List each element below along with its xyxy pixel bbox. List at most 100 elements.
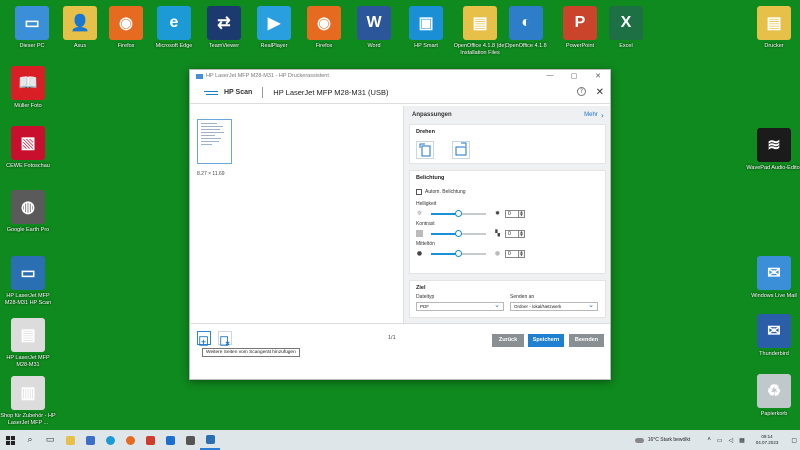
printer-assistant-icon <box>196 73 203 79</box>
page-thumbnail[interactable] <box>197 119 232 164</box>
network-icon[interactable]: ▭ <box>717 437 723 444</box>
taskbar: ⌕ ▭ 16°C Stark bewölkt ˄ ▭ ◁ ▦ 09:14 04.… <box>0 430 800 450</box>
desktop-shortcut[interactable]: ▭ HP LaserJet MFP M28-M31 HP Scan <box>0 256 56 307</box>
desktop-shortcut[interactable]: ✉ Thunderbird <box>746 314 800 358</box>
desktop-shortcut-label: TeamViewer <box>208 43 240 49</box>
desktop-shortcut[interactable]: ▤ Drucker <box>746 6 800 50</box>
contrast-stepper[interactable]: ▲ ▼ <box>519 229 525 238</box>
desktop-shortcut[interactable]: X Excel <box>598 6 654 50</box>
desktop-shortcut[interactable]: ◉ Firefox <box>296 6 352 50</box>
taskbar-firefox[interactable] <box>120 430 140 450</box>
auto-exposure-checkbox[interactable]: Autom. Belichtung <box>416 189 466 195</box>
contrast-slider[interactable] <box>431 229 486 237</box>
taskbar-edge[interactable] <box>100 430 120 450</box>
window-titlebar[interactable]: HP LaserJet MFP M28-M31 - HP Druckerassi… <box>190 70 610 82</box>
weather-text: 16°C Stark bewölkt <box>647 437 691 443</box>
brightness-value[interactable]: 0 <box>505 209 519 218</box>
taskbar-office[interactable] <box>140 430 160 450</box>
app-title: HP Scan <box>224 89 253 96</box>
search-icon[interactable]: ⌕ <box>20 430 40 450</box>
contrast-value[interactable]: 0 <box>505 229 519 238</box>
minimize-button[interactable]: — <box>538 72 562 80</box>
desktop-shortcut[interactable]: ✉ Windows Live Mail <box>746 256 800 300</box>
icon-glyph: 📖 <box>18 75 38 92</box>
desktop-shortcut-label: Excel <box>619 43 633 49</box>
slider-knob[interactable] <box>455 229 462 237</box>
chevron-right-icon[interactable]: › <box>601 111 604 120</box>
midtones-stepper[interactable]: ▲ ▼ <box>519 249 525 258</box>
excel-icon: X <box>609 6 643 40</box>
save-button[interactable]: Speichern <box>528 334 564 347</box>
midtones-slider[interactable] <box>431 249 486 257</box>
chevron-up-icon[interactable]: ˄ <box>707 437 711 443</box>
checkbox-box[interactable] <box>416 189 422 195</box>
desktop-shortcut[interactable]: ⇄ TeamViewer <box>196 6 252 50</box>
gear-icon <box>185 435 195 445</box>
filetype-label: Dateityp <box>416 294 435 300</box>
desktop-shortcut[interactable]: ▥ Shop für Zubehör - HP LaserJet MFP ... <box>0 376 56 427</box>
scanner-icon <box>205 434 215 444</box>
edge-icon: e <box>157 6 191 40</box>
add-pages-button[interactable] <box>197 331 211 346</box>
desktop-shortcut[interactable]: ≋ WavePad Audio-Editor <box>746 128 800 172</box>
help-icon[interactable]: ? <box>577 87 586 96</box>
volume-icon[interactable]: ◁ <box>729 437 734 444</box>
desktop-shortcut-label: Drucker <box>764 43 784 49</box>
desktop-shortcut[interactable]: ▣ HP Smart <box>398 6 454 50</box>
icon-glyph: ≋ <box>767 137 781 154</box>
keyboard-icon[interactable]: ▦ <box>739 437 745 444</box>
realplayer-icon: ▶ <box>257 6 291 40</box>
sendto-select[interactable]: Ordner - lokal/Netzwerk ⌄ <box>510 302 598 311</box>
window-close-button[interactable]: ✕ <box>586 72 610 80</box>
taskbar-settings[interactable] <box>180 430 200 450</box>
slider-knob[interactable] <box>455 249 462 257</box>
more-link[interactable]: Mehr <box>584 112 598 118</box>
desktop-shortcut[interactable]: ◍ Google Earth Pro <box>0 190 56 234</box>
taskbar-hp-scan[interactable] <box>200 430 220 450</box>
desktop-shortcut[interactable]: ▤ HP LaserJet MFP M28-M31 <box>0 318 56 369</box>
rotate-right-button[interactable] <box>452 141 470 159</box>
rotate-left-button[interactable] <box>416 141 434 159</box>
finish-button[interactable]: Beenden <box>569 334 604 347</box>
icon-glyph: ✉ <box>767 323 781 340</box>
desktop-shortcut[interactable]: ▧ CEWE Fotoschau <box>0 126 56 170</box>
midtones-value[interactable]: 0 <box>505 249 519 258</box>
filetype-select[interactable]: PDF ⌄ <box>416 302 504 311</box>
notifications-icon[interactable]: ▢ <box>791 437 797 444</box>
taskbar-teamviewer[interactable] <box>160 430 180 450</box>
icon-glyph: ▤ <box>472 15 488 32</box>
midtones-row: ● ● 0 ▲ ▼ <box>416 249 601 258</box>
taskbar-calendar[interactable] <box>80 430 100 450</box>
task-view-icon[interactable]: ▭ <box>40 430 60 450</box>
desktop-shortcut[interactable]: ▶ RealPlayer <box>246 6 302 50</box>
midtones-low-icon: ● <box>416 250 423 257</box>
desktop-shortcut[interactable]: ◐ OpenOffice 4.1.8 <box>498 6 554 50</box>
desktop-shortcut[interactable]: 📖 Müller Foto <box>0 66 56 110</box>
desktop-shortcut[interactable]: ♻ Papierkorb <box>746 374 800 418</box>
teamviewer-icon: ⇄ <box>207 6 241 40</box>
desktop-shortcut[interactable]: e Microsoft Edge <box>146 6 202 50</box>
midtones-high-icon: ● <box>494 250 501 257</box>
brightness-label: Helligkeit <box>416 201 437 207</box>
taskbar-explorer[interactable] <box>60 430 80 450</box>
firefox-icon <box>125 435 135 445</box>
back-button[interactable]: Zurück <box>492 334 524 347</box>
maximize-button[interactable]: ▢ <box>562 72 586 80</box>
system-tray: 16°C Stark bewölkt ˄ ▭ ◁ ▦ 09:14 04.07.2… <box>634 430 800 450</box>
weather-widget[interactable]: 16°C Stark bewölkt <box>634 437 691 443</box>
desktop-shortcut[interactable]: W Word <box>346 6 402 50</box>
clock[interactable]: 09:14 04.07.2023 <box>756 434 779 446</box>
brightness-stepper[interactable]: ▲ ▼ <box>519 209 525 218</box>
windows-logo-icon <box>5 435 15 445</box>
slider-knob[interactable] <box>455 209 462 217</box>
sendto-label: Senden an <box>510 294 535 300</box>
start-button[interactable] <box>0 430 20 450</box>
contrast-row: ▚ 0 ▲ ▼ <box>416 229 601 238</box>
desktop-shortcut-label: WavePad Audio-Editor <box>746 165 800 171</box>
icon-glyph: W <box>366 14 382 31</box>
app-close-icon[interactable]: ✕ <box>596 87 604 98</box>
cewe-icon: ▧ <box>11 126 45 160</box>
delete-page-button[interactable] <box>218 331 232 346</box>
brightness-slider[interactable] <box>431 209 486 217</box>
icon-glyph: ⇄ <box>217 15 231 32</box>
